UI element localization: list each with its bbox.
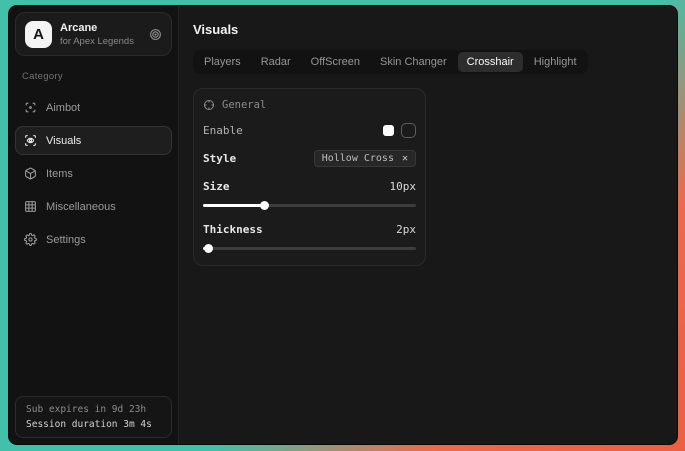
style-tag[interactable]: Hollow Cross ✕	[314, 150, 416, 167]
thickness-slider-track[interactable]	[203, 247, 416, 250]
thickness-slider[interactable]	[203, 244, 416, 253]
sidebar-item-label: Items	[46, 168, 73, 180]
sidebar-item-label: Settings	[46, 234, 86, 246]
thickness-row: Thickness 2px	[203, 222, 416, 237]
app-title: Arcane	[60, 22, 134, 34]
general-panel-title: General	[222, 99, 266, 111]
remove-style-icon[interactable]: ✕	[402, 153, 408, 164]
sidebar-item-items[interactable]: Items	[15, 159, 172, 188]
tab-offscreen[interactable]: OffScreen	[302, 52, 369, 72]
style-row: Style Hollow Cross ✕	[203, 150, 416, 167]
size-slider[interactable]	[203, 201, 416, 210]
general-panel-header: General	[203, 99, 416, 111]
session-duration-text: Session duration 3m 4s	[26, 419, 161, 430]
sidebar: A Arcane for Apex Legends Category Aimbo	[9, 6, 179, 444]
size-slider-handle[interactable]	[260, 201, 269, 210]
aimbot-focus-icon	[24, 101, 37, 114]
tab-highlight[interactable]: Highlight	[525, 52, 586, 72]
thickness-value: 2px	[396, 223, 416, 236]
size-value: 10px	[390, 180, 417, 193]
style-label: Style	[203, 152, 236, 165]
color-swatch[interactable]	[383, 125, 394, 136]
sidebar-item-label: Aimbot	[46, 102, 80, 114]
tab-radar[interactable]: Radar	[252, 52, 300, 72]
general-panel: General Enable Style Hollow Cross ✕ Size…	[193, 88, 426, 266]
app-header-card: A Arcane for Apex Legends	[15, 12, 172, 56]
page-title: Visuals	[193, 22, 663, 37]
sidebar-item-label: Visuals	[46, 135, 81, 147]
style-tag-value: Hollow Cross	[322, 153, 394, 164]
thickness-slider-fill	[203, 247, 209, 250]
app-subtitle: for Apex Legends	[60, 36, 134, 47]
sidebar-item-label: Miscellaneous	[46, 201, 116, 213]
gear-icon	[24, 233, 37, 246]
crosshair-icon	[203, 99, 215, 111]
category-section-label: Category	[22, 71, 165, 82]
tab-skin-changer[interactable]: Skin Changer	[371, 52, 456, 72]
sidebar-item-miscellaneous[interactable]: Miscellaneous	[15, 192, 172, 221]
thickness-label: Thickness	[203, 223, 263, 236]
sidebar-item-visuals[interactable]: Visuals	[15, 126, 172, 155]
app-logo: A	[25, 21, 52, 48]
enable-checkbox[interactable]	[401, 123, 416, 138]
package-icon	[24, 167, 37, 180]
target-icon[interactable]	[149, 28, 162, 41]
sidebar-item-settings[interactable]: Settings	[15, 225, 172, 254]
enable-label: Enable	[203, 124, 243, 137]
grid-icon	[24, 200, 37, 213]
subscription-status-box: Sub expires in 9d 23h Session duration 3…	[15, 396, 172, 438]
tab-crosshair[interactable]: Crosshair	[458, 52, 523, 72]
tab-players[interactable]: Players	[195, 52, 250, 72]
size-label: Size	[203, 180, 230, 193]
visuals-tabbar: Players Radar OffScreen Skin Changer Cro…	[193, 50, 588, 74]
size-slider-fill	[203, 204, 265, 207]
thickness-slider-handle[interactable]	[204, 244, 213, 253]
enable-row: Enable	[203, 123, 416, 138]
size-row: Size 10px	[203, 179, 416, 194]
sidebar-item-aimbot[interactable]: Aimbot	[15, 93, 172, 122]
app-window: A Arcane for Apex Legends Category Aimbo	[8, 5, 678, 445]
scan-eye-icon	[24, 134, 37, 147]
size-slider-track[interactable]	[203, 204, 416, 207]
sub-expires-text: Sub expires in 9d 23h	[26, 404, 161, 415]
main-content: Visuals Players Radar OffScreen Skin Cha…	[179, 6, 677, 444]
